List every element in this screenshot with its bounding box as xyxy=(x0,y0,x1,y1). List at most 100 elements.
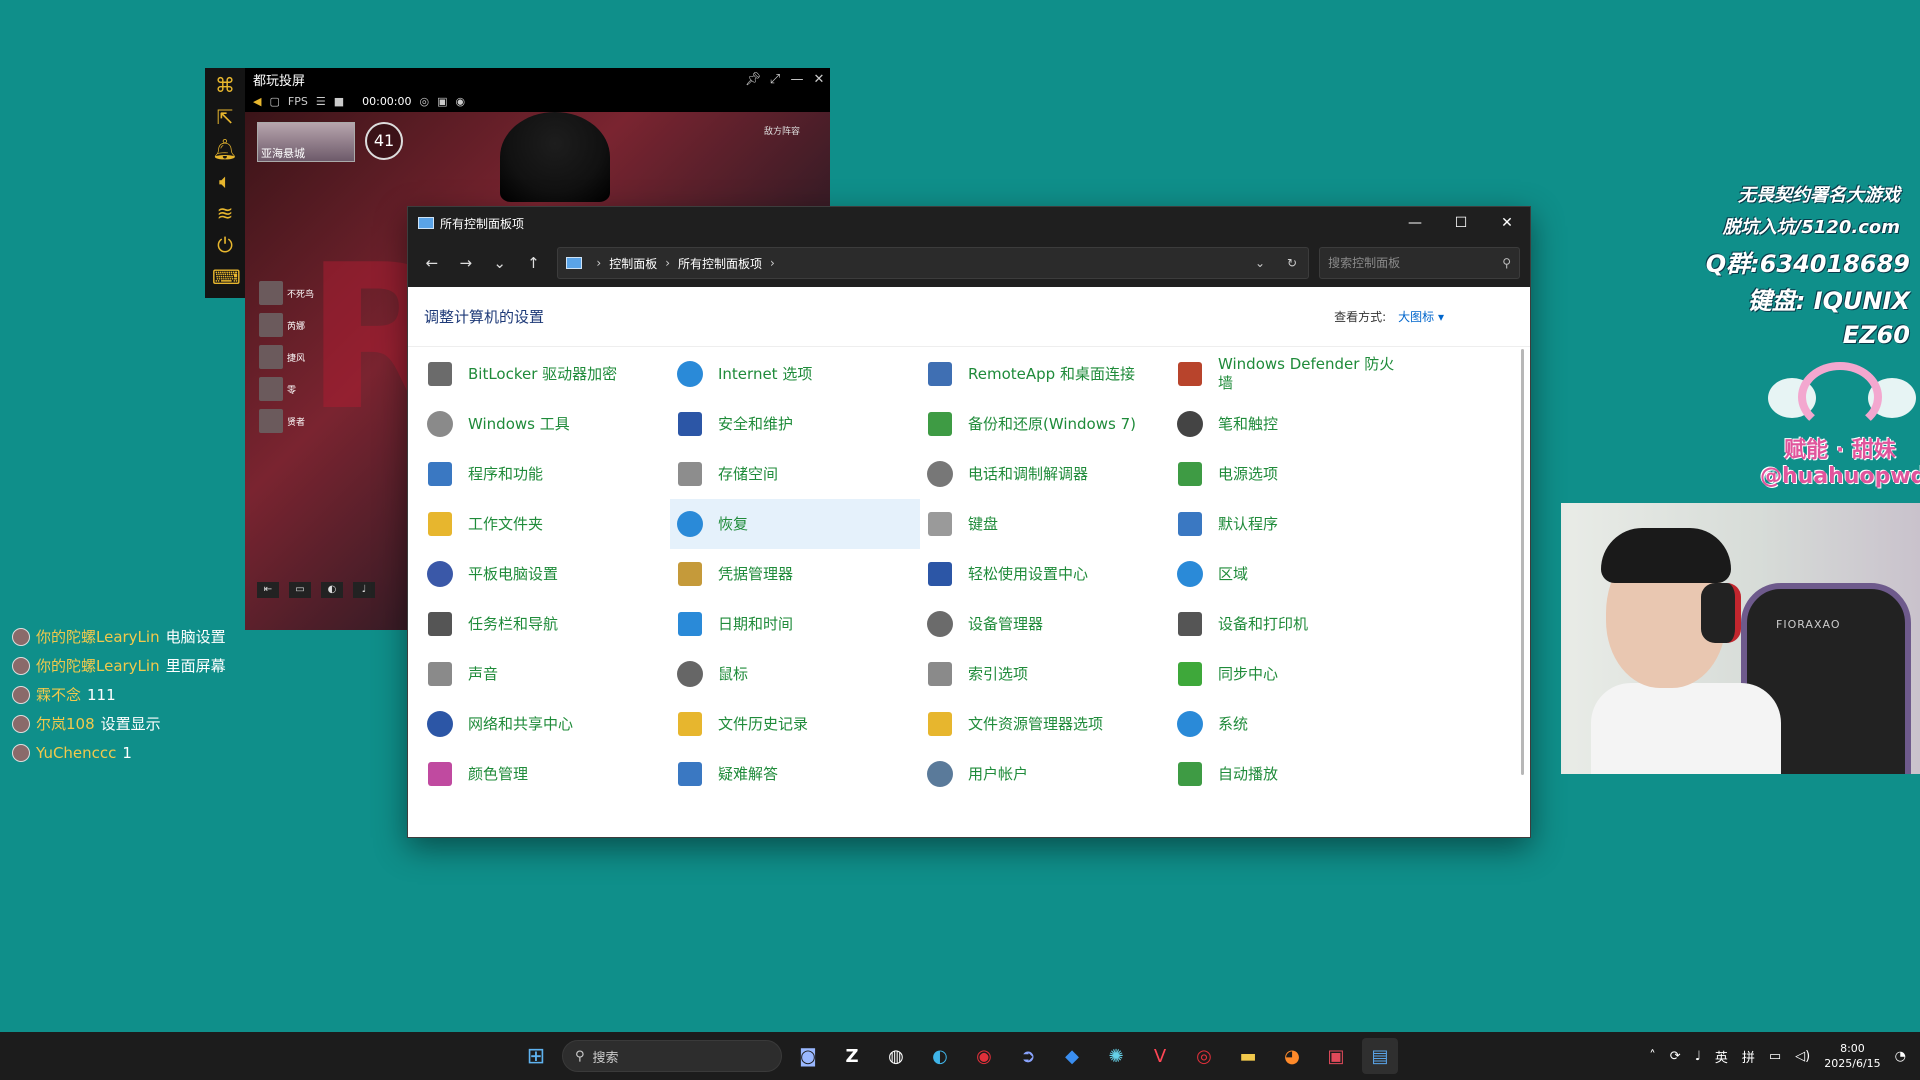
clock[interactable]: 8:00 2025/6/15 xyxy=(1824,1041,1880,1071)
control-panel-item[interactable]: 设备管理器 xyxy=(920,599,1170,649)
control-panel-item[interactable]: 声音 xyxy=(420,649,670,699)
exit-icon[interactable]: ⇱ xyxy=(212,106,238,128)
control-panel-item[interactable]: Internet 选项 xyxy=(670,349,920,399)
exit-game-icon[interactable]: ⇤ xyxy=(257,582,279,598)
keyboard-icon[interactable]: ⌨ xyxy=(212,266,241,288)
view-by-dropdown[interactable]: 大图标 ▾ xyxy=(1398,308,1444,325)
chevron-right-icon[interactable]: › xyxy=(770,256,775,270)
search-icon[interactable]: ⚲ xyxy=(1502,256,1511,270)
control-panel-item[interactable]: 存储空间 xyxy=(670,449,920,499)
minimize-button[interactable]: — xyxy=(786,72,808,87)
control-panel-item[interactable]: 日期和时间 xyxy=(670,599,920,649)
bell-icon[interactable]: 🔔︎ xyxy=(212,138,238,160)
vertical-scrollbar[interactable] xyxy=(1521,349,1524,775)
app-icon[interactable]: ◆ xyxy=(1054,1038,1090,1074)
chevron-up-icon[interactable]: ˄ xyxy=(1649,1049,1656,1064)
recent-locations-button[interactable]: ⌄ xyxy=(486,254,514,272)
app-icon[interactable]: ▣ xyxy=(1318,1038,1354,1074)
control-panel-item[interactable]: 系统 xyxy=(1170,699,1420,749)
app-icon[interactable]: ✺ xyxy=(1098,1038,1134,1074)
netease-music-icon[interactable]: ◎ xyxy=(1186,1038,1222,1074)
start-button[interactable]: ⊞ xyxy=(518,1038,554,1074)
app-icon[interactable]: ◍ xyxy=(878,1038,914,1074)
control-panel-taskbar-icon[interactable]: ▤ xyxy=(1362,1038,1398,1074)
control-panel-item[interactable]: 键盘 xyxy=(920,499,1170,549)
control-panel-item[interactable]: 笔和触控 xyxy=(1170,399,1420,449)
forward-button[interactable]: → xyxy=(452,254,480,272)
command-icon[interactable]: ⌘ xyxy=(212,74,238,96)
control-panel-item[interactable]: 鼠标 xyxy=(670,649,920,699)
chevron-right-icon[interactable]: › xyxy=(665,256,670,270)
app-icon[interactable]: Z xyxy=(834,1038,870,1074)
back-button[interactable]: ← xyxy=(418,254,446,272)
volume-icon[interactable]: ◁) xyxy=(1795,1049,1810,1064)
control-panel-item[interactable]: 电话和调制解调器 xyxy=(920,449,1170,499)
control-panel-item[interactable]: 工作文件夹 xyxy=(420,499,670,549)
settings-icon[interactable]: ◉ xyxy=(456,95,466,108)
file-explorer-icon[interactable]: ▬ xyxy=(1230,1038,1266,1074)
mute-icon[interactable]: 🔈︎ xyxy=(212,170,238,192)
control-panel-item[interactable]: 文件历史记录 xyxy=(670,699,920,749)
network-icon[interactable]: ▭ xyxy=(1769,1049,1781,1064)
address-bar[interactable]: › 控制面板 › 所有控制面板项 › ⌄ ↻ xyxy=(557,247,1310,279)
control-panel-item[interactable]: 任务栏和导航 xyxy=(420,599,670,649)
app-icon[interactable]: ➲ xyxy=(1010,1038,1046,1074)
control-panel-item[interactable]: 颜色管理 xyxy=(420,749,670,799)
control-panel-item[interactable]: Windows 工具 xyxy=(420,399,670,449)
fullscreen-icon[interactable]: ⤢ xyxy=(764,72,786,87)
control-panel-item[interactable]: 区域 xyxy=(1170,549,1420,599)
control-panel-item[interactable]: 凭据管理器 xyxy=(670,549,920,599)
control-panel-item[interactable]: 同步中心 xyxy=(1170,649,1420,699)
close-button[interactable]: ✕ xyxy=(1484,207,1530,239)
fps-label[interactable]: FPS xyxy=(288,95,308,108)
close-button[interactable]: ✕ xyxy=(808,72,830,87)
minimize-button[interactable]: — xyxy=(1392,207,1438,239)
rotate-icon[interactable]: ◎ xyxy=(420,95,430,108)
control-panel-item[interactable]: 疑难解答 xyxy=(670,749,920,799)
control-panel-item[interactable]: 设备和打印机 xyxy=(1170,599,1420,649)
list-icon[interactable]: ☰ xyxy=(316,95,326,108)
mic-icon[interactable]: ♩ xyxy=(353,582,375,598)
control-panel-item[interactable]: 自动播放 xyxy=(1170,749,1420,799)
volume-icon[interactable]: ◀ xyxy=(253,95,261,108)
search-box[interactable]: ⚲ xyxy=(1319,247,1521,279)
breadcrumb-all-items[interactable]: 所有控制面板项 xyxy=(678,255,762,272)
screen-icon[interactable]: ▢ xyxy=(269,95,279,108)
control-panel-item[interactable]: Windows Defender 防火墙 xyxy=(1170,349,1420,399)
ime-language[interactable]: 英 xyxy=(1715,1047,1728,1066)
control-panel-item[interactable]: RemoteApp 和桌面连接 xyxy=(920,349,1170,399)
chat-icon[interactable]: ▭ xyxy=(289,582,311,598)
control-panel-item[interactable]: 轻松使用设置中心 xyxy=(920,549,1170,599)
control-panel-item[interactable]: 平板电脑设置 xyxy=(420,549,670,599)
control-panel-item[interactable]: 网络和共享中心 xyxy=(420,699,670,749)
maximize-button[interactable]: ☐ xyxy=(1438,207,1484,239)
mic-icon[interactable]: ♩ xyxy=(1695,1049,1701,1064)
notification-icon[interactable]: ◔ xyxy=(1895,1049,1906,1064)
app-icon[interactable]: ◙ xyxy=(790,1038,826,1074)
up-button[interactable]: ↑ xyxy=(520,254,548,272)
pin-icon[interactable]: 📌︎ xyxy=(742,72,764,87)
app-icon[interactable]: ◉ xyxy=(966,1038,1002,1074)
control-panel-item[interactable]: 电源选项 xyxy=(1170,449,1420,499)
control-panel-item[interactable]: 程序和功能 xyxy=(420,449,670,499)
control-panel-item[interactable]: 索引选项 xyxy=(920,649,1170,699)
sync-icon[interactable]: ⟳ xyxy=(1670,1049,1681,1064)
taskbar-search[interactable]: ⚲ 搜索 xyxy=(562,1040,782,1072)
chevron-right-icon[interactable]: › xyxy=(596,256,601,270)
crop-icon[interactable]: ▣ xyxy=(437,95,447,108)
control-panel-item[interactable]: 文件资源管理器选项 xyxy=(920,699,1170,749)
search-input[interactable] xyxy=(1328,256,1503,270)
power-icon[interactable]: ⏻ xyxy=(212,234,238,256)
control-panel-item[interactable]: 用户帐户 xyxy=(920,749,1170,799)
control-panel-item[interactable]: 备份和还原(Windows 7) xyxy=(920,399,1170,449)
window-titlebar[interactable]: 所有控制面板项 — ☐ ✕ xyxy=(408,207,1530,239)
control-panel-item[interactable]: 恢复 xyxy=(670,499,920,549)
speaker-icon[interactable]: ◐ xyxy=(321,582,343,598)
control-panel-item[interactable]: 安全和维护 xyxy=(670,399,920,449)
control-panel-item[interactable]: 默认程序 xyxy=(1170,499,1420,549)
refresh-button[interactable]: ↻ xyxy=(1276,256,1308,270)
breadcrumb-control-panel[interactable]: 控制面板 xyxy=(609,255,657,272)
chevron-down-icon[interactable]: ⌄ xyxy=(1244,256,1276,270)
edge-icon[interactable]: ◐ xyxy=(922,1038,958,1074)
control-panel-item[interactable]: BitLocker 驱动器加密 xyxy=(420,349,670,399)
